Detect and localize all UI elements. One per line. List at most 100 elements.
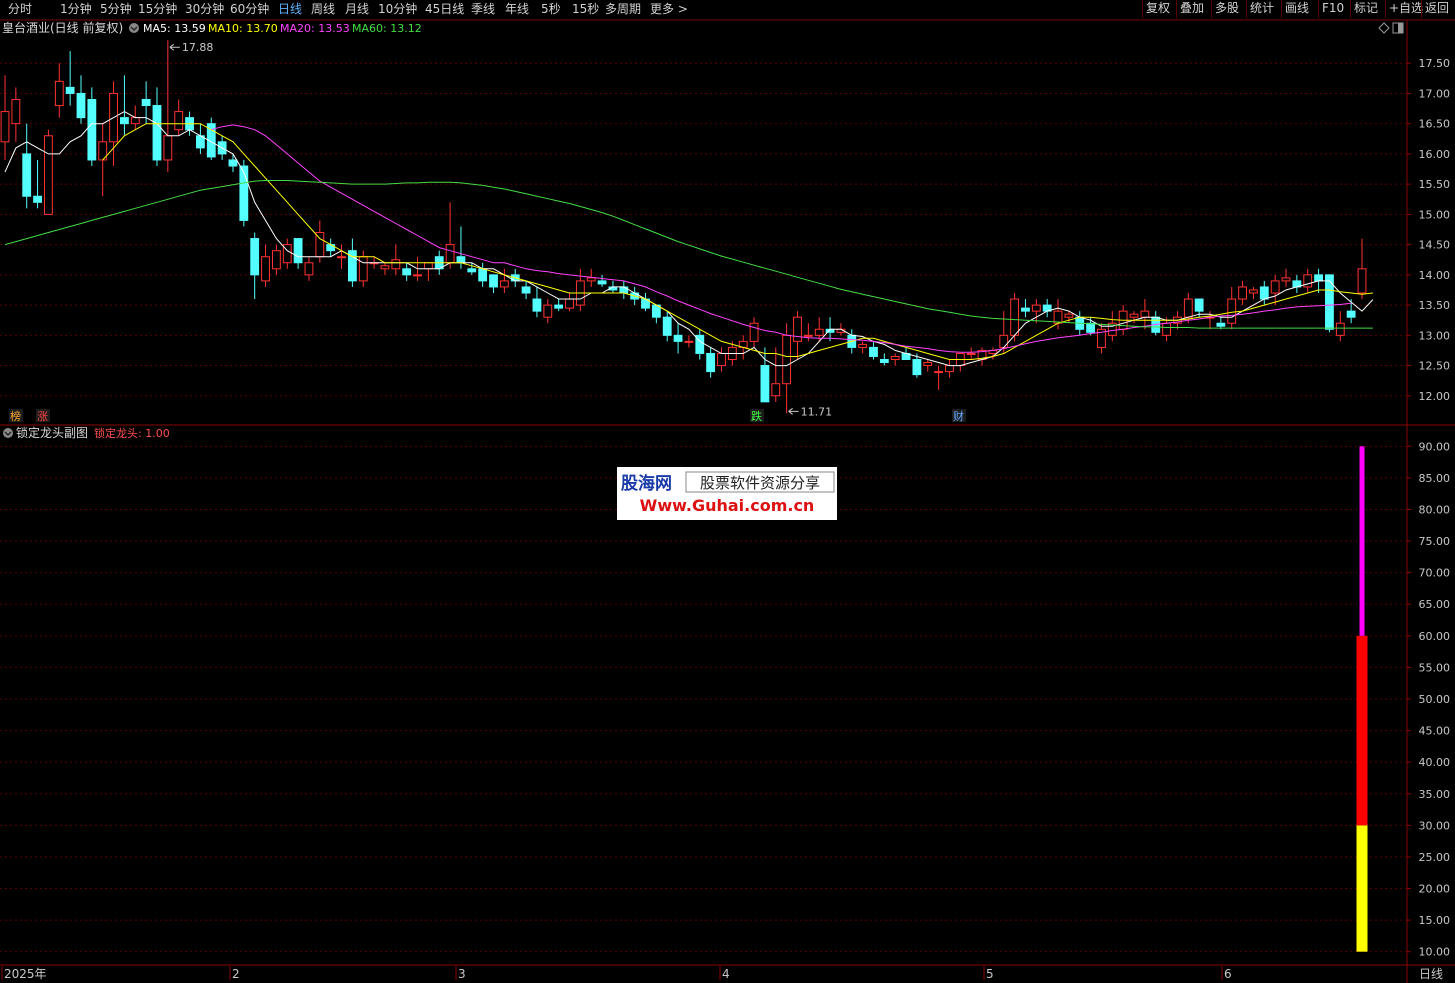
- event-marker: 涨: [37, 410, 48, 423]
- candle-body: [152, 105, 162, 161]
- candle-body: [1281, 277, 1291, 282]
- sub-chart-title: 锁定龙头副图: [16, 425, 88, 440]
- candle-body: [120, 117, 129, 125]
- candle-body: [391, 259, 401, 270]
- candle-body: [130, 117, 140, 125]
- candle-body: [1194, 298, 1204, 312]
- watermark-logo: 股海网: [621, 473, 672, 494]
- y-tick-label: 50.00: [1419, 693, 1451, 706]
- candle-body: [532, 298, 542, 312]
- candle-body: [0, 111, 10, 143]
- y-tick-label: 75.00: [1419, 535, 1451, 548]
- x-axis-label: 2: [232, 967, 240, 981]
- candle-body: [945, 365, 954, 373]
- candle-body: [499, 280, 509, 288]
- ma-label: MA60: 13.12: [352, 22, 422, 35]
- candle-body: [869, 346, 878, 357]
- y-tick-label: 16.00: [1419, 148, 1451, 161]
- candle-body: [1086, 322, 1096, 333]
- collapse-icon: [3, 428, 13, 438]
- candle-body: [228, 159, 238, 167]
- candle-body: [478, 268, 488, 282]
- candle-body: [684, 340, 694, 343]
- y-tick-label: 80.00: [1419, 503, 1451, 516]
- y-tick-label: 15.50: [1419, 178, 1451, 191]
- period-badge: 日线: [1419, 967, 1443, 981]
- stock-title: 皇台酒业(日线 前复权): [2, 20, 123, 35]
- candle-body: [65, 86, 75, 94]
- x-axis-label: 2025年: [4, 967, 47, 981]
- y-tick-label: 30.00: [1419, 819, 1451, 832]
- candle-body: [782, 334, 792, 385]
- candle-body: [586, 277, 596, 282]
- event-marker: 财: [953, 409, 964, 423]
- candle-body: [1335, 322, 1345, 336]
- high-arrow: [169, 43, 180, 51]
- chart-canvas: 12.00 12.50 13.00 13.50 14.00 14.50 15.00 15.50…: [0, 19, 1455, 983]
- candle-body: [33, 195, 42, 203]
- candle-body: [1140, 310, 1150, 318]
- y-tick-label: 15.00: [1419, 914, 1451, 927]
- candle-body: [1314, 274, 1323, 282]
- candle-body: [380, 265, 390, 270]
- candle-body: [456, 256, 466, 264]
- candle-body: [749, 322, 759, 342]
- sub-chart-value: 锁定龙头: 1.00: [94, 426, 170, 440]
- candle-body: [1216, 322, 1226, 327]
- y-tick-label: 16.50: [1419, 118, 1451, 131]
- candle-body: [1031, 304, 1041, 312]
- candle-body: [326, 244, 336, 252]
- y-tick-label: 55.00: [1419, 661, 1451, 674]
- candle-body: [1249, 289, 1258, 294]
- candle-body: [163, 135, 173, 161]
- candle-body: [619, 286, 629, 294]
- candle-body: [662, 316, 672, 336]
- candle-body: [554, 304, 564, 309]
- candle-body: [423, 262, 433, 270]
- y-tick-label: 17.50: [1419, 57, 1451, 70]
- event-marker: 榜: [10, 409, 21, 423]
- candle-body: [858, 343, 868, 348]
- candle-body: [174, 111, 184, 131]
- watermark-slogan: 股票软件资源分享: [700, 474, 820, 492]
- event-marker: 跌: [751, 409, 762, 423]
- y-tick-label: 40.00: [1419, 756, 1451, 769]
- candle-body: [879, 359, 889, 364]
- candle-body: [489, 274, 498, 288]
- ma-label: MA5: 13.59: [143, 22, 206, 35]
- candle-body: [467, 268, 477, 273]
- y-tick-label: 14.50: [1419, 239, 1451, 252]
- candle-body: [1259, 286, 1269, 300]
- candle-body: [760, 365, 770, 403]
- watermark-url: Www.Guhai.com.cn: [640, 496, 815, 515]
- candle-body: [87, 98, 97, 161]
- x-axis-label: 6: [1224, 967, 1232, 981]
- candle-body: [934, 371, 944, 374]
- x-axis-label: 3: [458, 967, 466, 981]
- candle-body: [1227, 298, 1237, 324]
- ma-label: MA20: 13.53: [280, 22, 350, 35]
- candle-body: [923, 362, 933, 367]
- candle-body: [54, 80, 64, 107]
- candle-body: [1270, 280, 1280, 294]
- y-tick-label: 60.00: [1419, 630, 1451, 643]
- candle-body: [890, 355, 900, 361]
- candle-body: [1162, 322, 1172, 336]
- candle-body: [293, 238, 303, 264]
- candle-body: [999, 334, 1009, 348]
- low-price-label: 11.71: [801, 405, 833, 418]
- candle-body: [673, 334, 683, 342]
- candle-body: [402, 268, 412, 276]
- collapse-icon: [129, 23, 139, 33]
- candle-body: [966, 352, 976, 355]
- candle-body: [22, 153, 32, 197]
- indicator-bar-segment: [1356, 635, 1368, 826]
- candle-body: [597, 280, 607, 285]
- y-tick-label: 13.00: [1419, 329, 1451, 342]
- candle-body: [271, 250, 281, 270]
- ma-label: MA10: 13.70: [208, 22, 278, 35]
- y-tick-label: 85.00: [1419, 472, 1451, 485]
- y-tick-label: 70.00: [1419, 567, 1451, 580]
- y-tick-label: 45.00: [1419, 725, 1451, 738]
- candle-body: [814, 328, 824, 336]
